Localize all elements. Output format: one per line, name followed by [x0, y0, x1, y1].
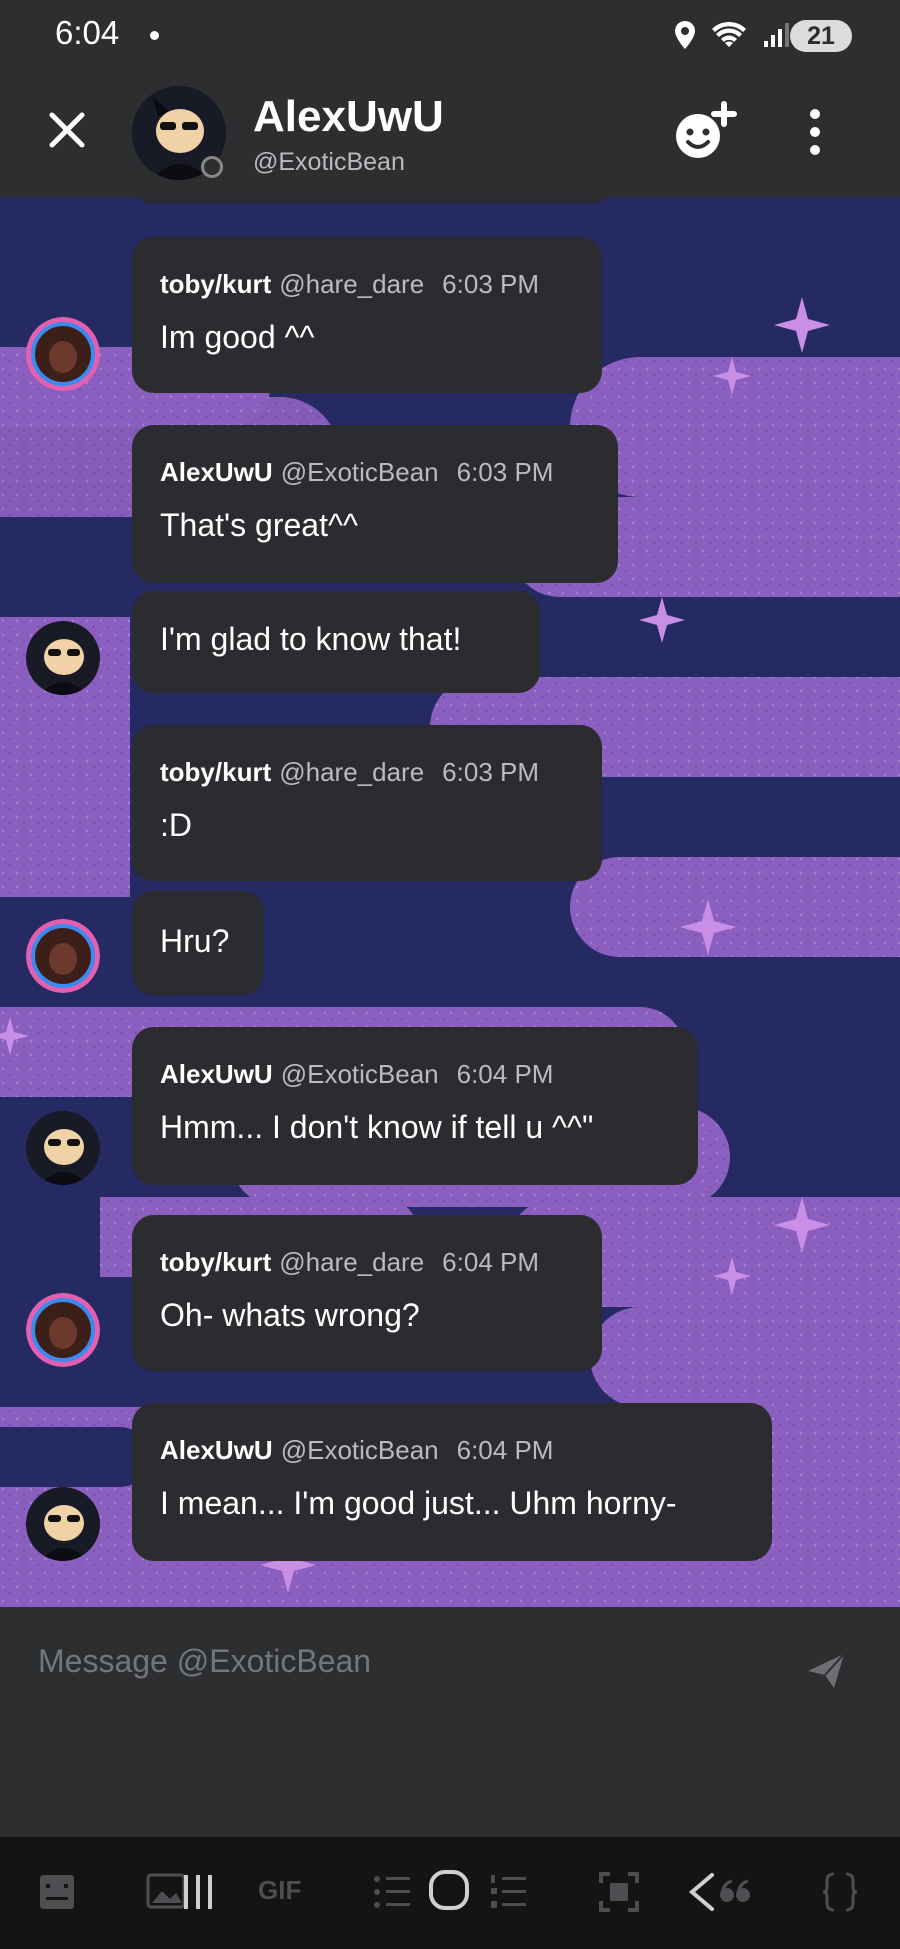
message-bubble-partial	[132, 197, 612, 203]
notification-dot	[150, 31, 159, 40]
message-text: Oh- whats wrong?	[160, 1297, 420, 1333]
gif-button[interactable]: GIF	[258, 1875, 301, 1906]
status-time: 6:04	[55, 14, 120, 51]
message-time: 6:04 PM	[456, 1435, 554, 1465]
screenshot-icon[interactable]	[598, 1871, 640, 1913]
author-handle: @ExoticBean	[280, 1435, 439, 1465]
message-meta: AlexUwU @ExoticBean 6:04 PM	[160, 1435, 553, 1466]
message-bubble[interactable]: AlexUwU @ExoticBean 6:04 PM I mean... I'm …	[132, 1403, 772, 1561]
author-handle: @hare_dare	[279, 757, 425, 787]
author-handle: @ExoticBean	[280, 457, 439, 487]
back-icon[interactable]	[686, 1871, 716, 1913]
location-icon	[675, 21, 695, 49]
author-handle: @hare_dare	[279, 269, 425, 299]
signal-icon	[764, 23, 789, 47]
message-meta: toby/kurt @hare_dare 6:04 PM	[160, 1247, 539, 1278]
message-time: 6:04 PM	[456, 1059, 554, 1089]
close-icon[interactable]	[42, 105, 92, 155]
avatar[interactable]	[26, 1293, 100, 1367]
author-name[interactable]: AlexUwU	[160, 1435, 273, 1465]
presence-indicator	[201, 156, 223, 178]
send-icon[interactable]	[806, 1651, 846, 1691]
message-bubble[interactable]: AlexUwU @ExoticBean 6:04 PM Hmm... I don't…	[132, 1027, 698, 1185]
battery-indicator: 21	[790, 20, 852, 52]
message-bubble[interactable]: AlexUwU @ExoticBean 6:03 PM That's great^^	[132, 425, 618, 583]
bottom-toolbar: GIF	[0, 1837, 900, 1949]
composer: Message @ExoticBean	[0, 1607, 900, 1837]
keyboard-icon[interactable]	[38, 1873, 76, 1911]
header-handle: @ExoticBean	[253, 148, 405, 176]
author-name[interactable]: toby/kurt	[160, 757, 271, 787]
message-text: I'm glad to know that!	[160, 621, 462, 657]
message-time: 6:03 PM	[456, 457, 554, 487]
message-meta: toby/kurt @hare_dare 6:03 PM	[160, 757, 539, 788]
message-list[interactable]: toby/kurt @hare_dare 6:03 PM Im good ^^ Al…	[0, 197, 900, 1607]
message-bubble[interactable]: toby/kurt @hare_dare 6:03 PM :D	[132, 725, 602, 881]
message-bubble[interactable]: Hru?	[132, 891, 264, 995]
numbered-list-icon[interactable]	[488, 1873, 528, 1911]
author-handle: @hare_dare	[279, 1247, 425, 1277]
message-text: Hru?	[160, 923, 230, 959]
avatar[interactable]	[26, 919, 100, 993]
message-text: Hmm... I don't know if tell u ^^"	[160, 1109, 594, 1145]
message-input[interactable]: Message @ExoticBean	[38, 1643, 371, 1680]
message-bubble[interactable]: toby/kurt @hare_dare 6:03 PM Im good ^^	[132, 237, 602, 393]
list-icon[interactable]	[372, 1873, 412, 1911]
page-title: AlexUwU	[253, 92, 444, 141]
message-text: :D	[160, 807, 192, 843]
message-text: That's great^^	[160, 507, 358, 543]
wifi-icon	[712, 21, 746, 47]
author-name[interactable]: AlexUwU	[160, 457, 273, 487]
author-name[interactable]: AlexUwU	[160, 1059, 273, 1089]
recent-apps-icon[interactable]	[180, 1871, 216, 1913]
avatar[interactable]	[26, 1111, 100, 1185]
author-handle: @ExoticBean	[280, 1059, 439, 1089]
message-time: 6:04 PM	[442, 1247, 539, 1277]
message-meta: toby/kurt @hare_dare 6:03 PM	[160, 269, 539, 300]
home-button[interactable]	[428, 1869, 470, 1911]
message-bubble[interactable]: toby/kurt @hare_dare 6:04 PM Oh- whats wro…	[132, 1215, 602, 1371]
status-bar: 6:04 21	[0, 0, 900, 72]
message-bubble[interactable]: I'm glad to know that!	[132, 591, 540, 693]
avatar[interactable]	[26, 317, 100, 391]
message-meta: AlexUwU @ExoticBean 6:03 PM	[160, 457, 553, 488]
message-text: I mean... I'm good just... Uhm horny-	[160, 1485, 677, 1521]
author-name[interactable]: toby/kurt	[160, 1247, 271, 1277]
author-name[interactable]: toby/kurt	[160, 269, 271, 299]
quote-icon[interactable]	[718, 1879, 752, 1905]
message-text: Im good ^^	[160, 319, 315, 355]
code-block-icon[interactable]	[822, 1871, 858, 1913]
avatar[interactable]	[26, 621, 100, 695]
more-options-icon[interactable]	[800, 102, 830, 162]
message-meta: AlexUwU @ExoticBean 6:04 PM	[160, 1059, 553, 1090]
avatar[interactable]	[26, 1487, 100, 1561]
add-reaction-icon[interactable]	[670, 100, 738, 164]
status-icons	[674, 20, 790, 50]
battery-level: 21	[807, 22, 835, 50]
message-time: 6:03 PM	[442, 757, 539, 787]
chat-header: AlexUwU @ExoticBean	[0, 72, 900, 197]
message-time: 6:03 PM	[442, 269, 539, 299]
